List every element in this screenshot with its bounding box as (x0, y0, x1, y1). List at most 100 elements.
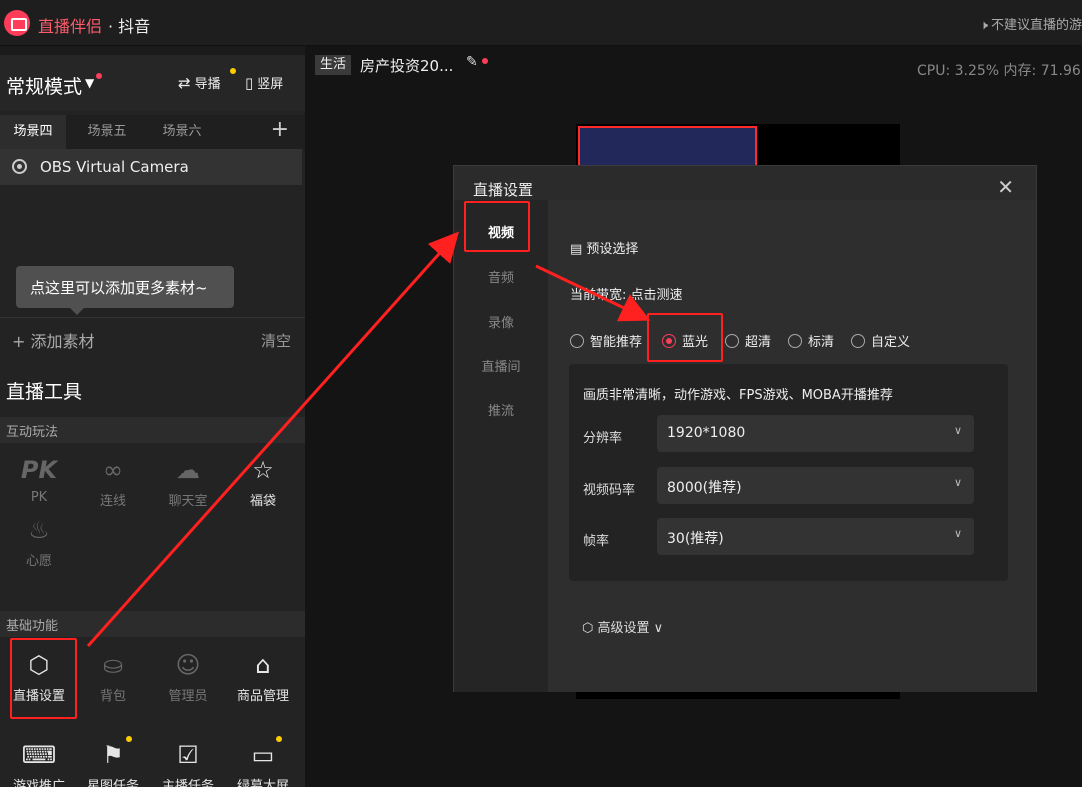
tool-label: 聊天室 (168, 494, 208, 509)
clear-button[interactable]: 清空 (261, 330, 291, 351)
nav-live-room[interactable]: 直播间 (454, 356, 548, 375)
tool-label: 福袋 (249, 494, 276, 509)
close-icon[interactable]: ✕ (997, 175, 1014, 199)
portrait-icon: ▯ (245, 74, 254, 92)
live-category-tag[interactable]: 生活 (315, 55, 352, 75)
chevron-down-icon: ∨ (953, 476, 962, 489)
link-icon: ∞ (103, 456, 123, 484)
chevron-down-icon: ∨ (953, 424, 962, 437)
notification-dot (276, 736, 282, 742)
mode-row: 常规模式 ▼ ⇄ 导播 ▯ 竖屏 (0, 55, 305, 111)
room-title[interactable]: 房产投资20... (360, 55, 453, 76)
add-material-label: 添加素材 (30, 332, 95, 351)
radio-circle (788, 334, 802, 348)
chevron-down-icon: ∨ (953, 527, 962, 540)
preview-source-selection[interactable] (578, 126, 757, 168)
portrait-button[interactable]: ▯ 竖屏 (245, 73, 283, 92)
notice-text: 不建议直播的游 (990, 18, 1082, 33)
tool-label: 管理员 (168, 689, 208, 704)
notice-banner[interactable]: 🕨 不建议直播的游 (980, 14, 1082, 33)
radio-circle (725, 334, 739, 348)
resolution-select[interactable]: 1920*1080 ∨ (657, 415, 974, 452)
radio-label: 超清 (745, 335, 772, 350)
tool-label: 商品管理 (236, 689, 289, 704)
radio-label: 标清 (808, 335, 835, 350)
radio-smart[interactable]: 智能推荐 (570, 331, 642, 350)
tool-host-tasks[interactable]: ☑ 主播任务 (151, 735, 225, 787)
radio-standard[interactable]: 标清 (788, 331, 834, 350)
framerate-select[interactable]: 30(推荐) ∨ (657, 518, 974, 555)
app-platform: · 抖音 (108, 17, 151, 36)
quality-panel: 画质非常清晰，动作游戏、FPS游戏、MOBA开播推荐 分辨率 1920*1080… (569, 364, 1008, 581)
section-interactive-label: 互动玩法 (6, 425, 59, 440)
tooltip-text: 点这里可以添加更多素材~ (30, 279, 208, 297)
nav-stream[interactable]: 推流 (454, 400, 548, 419)
bitrate-select[interactable]: 8000(推荐) ∨ (657, 467, 974, 504)
camera-icon (12, 159, 27, 174)
notification-dot (96, 73, 102, 79)
radio-custom[interactable]: 自定义 (851, 331, 910, 350)
scene-tabs: 场景四 场景五 场景六 + (0, 115, 305, 149)
radio-label: 智能推荐 (590, 335, 643, 350)
mode-selector[interactable]: 常规模式 (6, 72, 82, 99)
tool-backpack[interactable]: ⛀ 背包 (76, 645, 150, 719)
guide-button[interactable]: ⇄ 导播 (178, 73, 221, 92)
radio-ultra[interactable]: 超清 (725, 331, 771, 350)
source-label: OBS Virtual Camera (40, 158, 189, 176)
section-interactive: 互动玩法 (0, 417, 305, 443)
notification-dot (126, 736, 132, 742)
tool-greenscreen[interactable]: ▭ 绿幕大屏 (226, 735, 300, 787)
tools-title: 直播工具 (6, 381, 83, 403)
add-material-button[interactable]: + 添加素材 (12, 328, 95, 352)
preset-heading-text: 预设选择 (586, 242, 639, 257)
preset-icon: ▤ (570, 242, 587, 257)
tool-game-promo[interactable]: ⌨ 游戏推广 (2, 735, 76, 787)
user-icon: ☺ (175, 651, 201, 679)
add-material-bar: + 添加素材 清空 (0, 317, 305, 359)
flag-icon: ⚑ (102, 741, 124, 769)
tool-label: PK (30, 490, 48, 505)
advanced-label: 高级设置 (597, 621, 650, 636)
add-material-tooltip: 点这里可以添加更多素材~ (16, 266, 234, 315)
tool-luckybag[interactable]: ☆ 福袋 (226, 450, 300, 524)
tool-wish[interactable]: ♨ 心愿 (2, 510, 76, 584)
tool-connect[interactable]: ∞ 连线 (76, 450, 150, 524)
tool-label: 连线 (99, 494, 126, 509)
framerate-label: 帧率 (583, 534, 610, 549)
chevron-down-icon: ∨ (649, 621, 664, 636)
bitrate-label: 视频码率 (583, 483, 636, 498)
portrait-label: 竖屏 (257, 77, 284, 92)
tool-products[interactable]: ⌂ 商品管理 (226, 645, 300, 719)
system-stats: CPU: 3.25% 内存: 71.96 (917, 63, 1081, 79)
section-basic-label: 基础功能 (6, 619, 59, 634)
tool-label: 游戏推广 (12, 779, 65, 787)
nav-audio[interactable]: 音频 (454, 267, 548, 286)
app-logo-icon (4, 10, 30, 36)
radio-label: 自定义 (871, 335, 911, 350)
resolution-value: 1920*1080 (667, 425, 746, 441)
dialog-title: 直播设置 (473, 181, 534, 199)
backpack-icon: ⛀ (102, 651, 124, 679)
live-settings-dialog: 直播设置 ✕ 视频 音频 录像 直播间 推流 ▤ 预设选择 当前带宽: 点击测速… (453, 165, 1037, 692)
add-scene-icon[interactable]: + (271, 117, 289, 142)
tab-scene-5[interactable]: 场景五 (74, 115, 140, 149)
tab-scene-6[interactable]: 场景六 (149, 115, 215, 149)
tool-chatroom[interactable]: ☁ 聊天室 (151, 450, 225, 524)
tool-label: 绿幕大屏 (236, 779, 289, 787)
tool-star-tasks[interactable]: ⚑ 星图任务 (76, 735, 150, 787)
preset-heading: ▤ 预设选择 (570, 238, 638, 257)
highlight-bluray (647, 313, 723, 362)
chat-icon: ☁ (176, 456, 200, 484)
highlight-video-tab (464, 201, 530, 252)
bandwidth-test-link[interactable]: 当前带宽: 点击测速 (570, 284, 683, 303)
caret-down-icon[interactable]: ▼ (85, 76, 94, 90)
tool-admin[interactable]: ☺ 管理员 (151, 645, 225, 719)
tab-scene-4[interactable]: 场景四 (0, 115, 66, 149)
advanced-settings-toggle[interactable]: ⬡ 高级设置 ∨ (582, 617, 663, 636)
highlight-live-settings (10, 638, 77, 719)
edit-pencil-icon[interactable]: ✎ (466, 54, 478, 70)
nav-record[interactable]: 录像 (454, 312, 548, 331)
tool-label: 背包 (99, 689, 126, 704)
pk-icon: PK (20, 456, 58, 484)
source-item[interactable]: OBS Virtual Camera (0, 149, 302, 185)
